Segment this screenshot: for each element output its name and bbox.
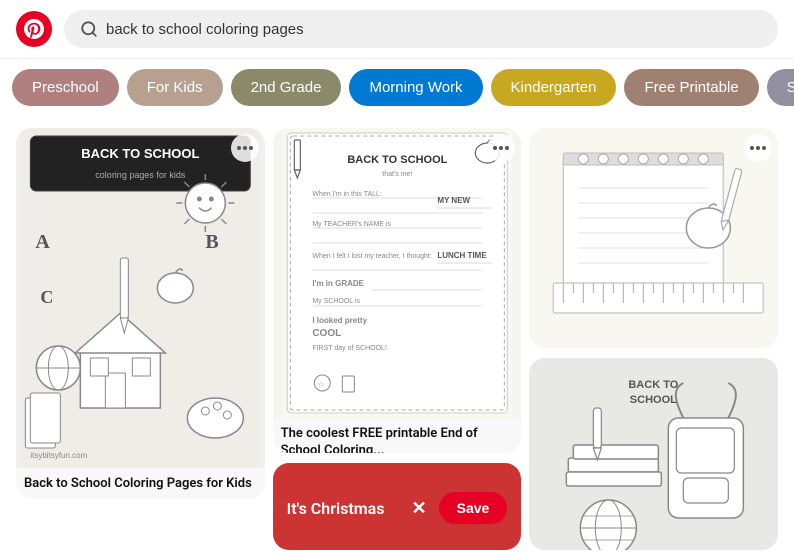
tab-forkids[interactable]: For Kids: [127, 69, 223, 106]
svg-text:BACK TO SCHOOL: BACK TO SCHOOL: [347, 154, 447, 166]
svg-text:coloring pages for kids: coloring pages for kids: [95, 170, 186, 180]
tab-kindergarten[interactable]: Kindergarten: [491, 69, 617, 106]
three-dots-icon-2: [493, 146, 509, 150]
pin-image-2: BACK TO SCHOOL that's me! When I'm in th…: [273, 128, 522, 418]
tab-preschool[interactable]: Preschool: [12, 69, 119, 106]
header: back to school coloring pages: [0, 0, 794, 59]
pin-image-4: [529, 128, 778, 348]
svg-text:B: B: [205, 231, 218, 253]
tab-stu[interactable]: Stu: [767, 69, 794, 106]
pin1-illustration: BACK TO SCHOOL coloring pages for kids: [16, 128, 265, 468]
pin3-save-button[interactable]: Save: [439, 492, 508, 524]
svg-text:itsybitsyfun.com: itsybitsyfun.com: [30, 451, 87, 460]
pin4-more-button[interactable]: [744, 134, 772, 162]
search-icon: [80, 20, 98, 38]
pin-card-2[interactable]: BACK TO SCHOOL that's me! When I'm in th…: [273, 128, 522, 453]
svg-text:A: A: [35, 231, 50, 253]
pin-image-5: BACK TO SCHOOL: [529, 358, 778, 550]
pin1-info: Back to School Coloring Pages for Kids: [16, 468, 265, 499]
tab-morningwork[interactable]: Morning Work: [349, 69, 482, 106]
svg-text:that's me!: that's me!: [382, 171, 412, 178]
svg-text:When I'm in this TALL:: When I'm in this TALL:: [312, 191, 382, 198]
search-bar[interactable]: back to school coloring pages: [64, 10, 778, 48]
svg-text:My TEACHER's NAME is: My TEACHER's NAME is: [312, 221, 391, 228]
pin-grid: BACK TO SCHOOL coloring pages for kids: [0, 116, 794, 550]
pin3-christmas-text: It's Christmas: [287, 499, 385, 518]
pin2-info: The coolest FREE printable End of School…: [273, 418, 522, 453]
pin2-illustration: BACK TO SCHOOL that's me! When I'm in th…: [273, 128, 522, 418]
svg-text:My SCHOOL is: My SCHOOL is: [312, 298, 360, 305]
pin-column-1: BACK TO SCHOOL coloring pages for kids: [12, 128, 269, 550]
pin2-title: The coolest FREE printable End of School…: [281, 426, 514, 453]
filter-tabs-bar: Preschool For Kids 2nd Grade Morning Wor…: [0, 59, 794, 116]
pin-column-2: BACK TO SCHOOL that's me! When I'm in th…: [269, 128, 526, 550]
tab-2ndgrade[interactable]: 2nd Grade: [231, 69, 342, 106]
svg-text:C: C: [40, 287, 53, 307]
pin3-close-button[interactable]: ✕: [412, 498, 427, 519]
svg-text:LUNCH TIME: LUNCH TIME: [437, 251, 487, 260]
svg-text:BACK TO: BACK TO: [629, 379, 679, 391]
three-dots-icon-4: [750, 146, 766, 150]
pin-image-1: BACK TO SCHOOL coloring pages for kids: [16, 128, 265, 468]
svg-text:☆: ☆: [317, 380, 324, 389]
svg-text:COOL: COOL: [312, 328, 341, 339]
svg-text:When I felt I lost my teacher,: When I felt I lost my teacher, I thought…: [312, 253, 432, 260]
search-input[interactable]: back to school coloring pages: [106, 21, 762, 38]
svg-text:I'm in GRADE: I'm in GRADE: [312, 279, 364, 288]
pin-card-3[interactable]: It's Christmas ✕ Save: [273, 463, 522, 550]
three-dots-icon: [237, 146, 253, 150]
pin4-illustration: [529, 128, 778, 348]
pin-card-1[interactable]: BACK TO SCHOOL coloring pages for kids: [16, 128, 265, 499]
svg-text:BACK TO SCHOOL: BACK TO SCHOOL: [81, 146, 199, 161]
svg-text:FIRST day of SCHOOL!: FIRST day of SCHOOL!: [312, 345, 387, 352]
pin1-title: Back to School Coloring Pages for Kids: [24, 476, 257, 493]
pin-column-3: Back To School Coloring Pages For Kids: [525, 128, 782, 550]
pin5-illustration: BACK TO SCHOOL: [529, 358, 778, 550]
svg-text:I looked pretty: I looked pretty: [312, 316, 367, 325]
svg-text:MY NEW: MY NEW: [437, 196, 470, 205]
pinterest-logo[interactable]: [16, 11, 52, 47]
pin-image-3: It's Christmas ✕ Save: [273, 463, 522, 550]
pin1-more-button[interactable]: [231, 134, 259, 162]
tab-freeprintable[interactable]: Free Printable: [624, 69, 758, 106]
svg-text:SCHOOL: SCHOOL: [630, 394, 677, 406]
pin-card-5[interactable]: BACK TO SCHOOL: [529, 358, 778, 550]
pin-card-4[interactable]: Back To School Coloring Pages For Kids: [529, 128, 778, 348]
pinterest-logo-icon: [24, 19, 44, 39]
